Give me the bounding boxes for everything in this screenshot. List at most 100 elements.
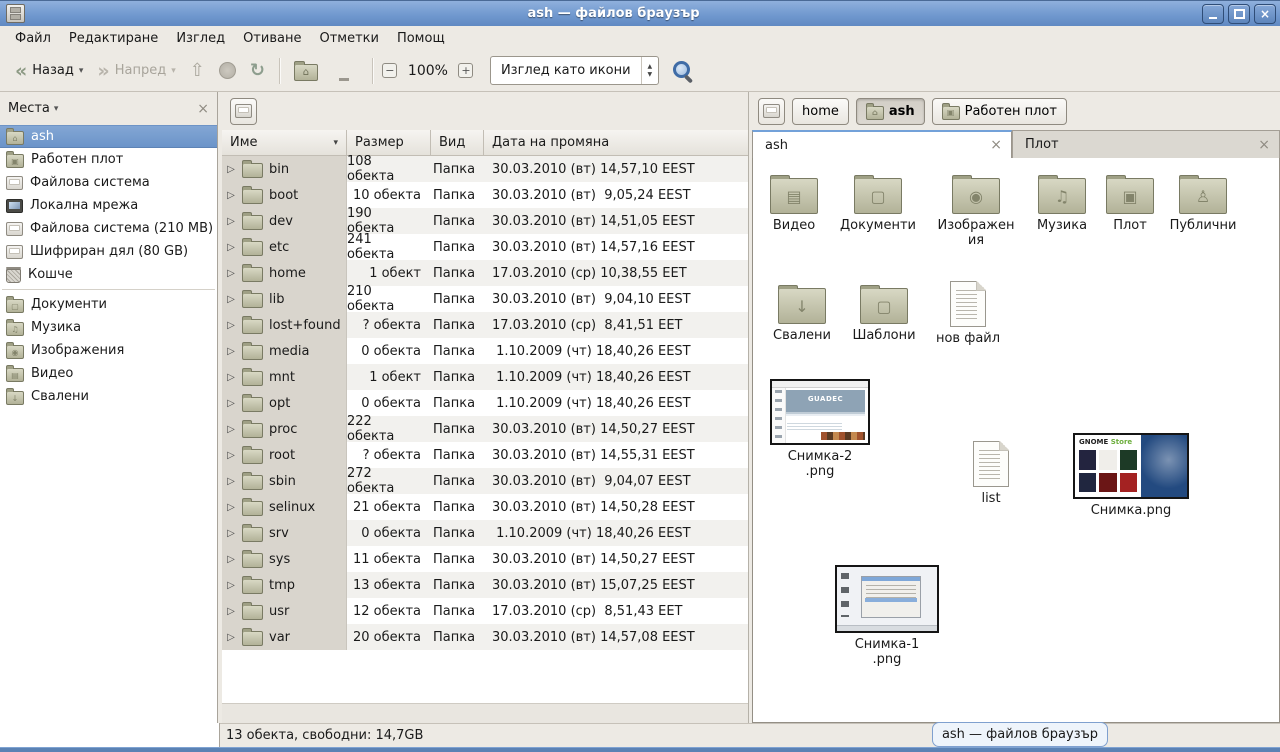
sidebar-item-documents[interactable]: ▢Документи [0,293,217,316]
close-button[interactable]: × [1254,4,1276,24]
sidebar-close-icon[interactable]: × [197,102,209,116]
path-button-ash[interactable]: ⌂ash [856,98,925,125]
icon-documents[interactable]: ▢Документи [836,171,920,233]
zoom-out-button[interactable]: − [380,61,400,81]
tree-row-lost+found[interactable]: ▷lost+found? обектаПапка17.03.2010 (ср) … [222,312,748,338]
menu-help[interactable]: Помощ [388,28,454,49]
icon-public[interactable]: ♙Публични [1161,171,1245,233]
tab-close-icon[interactable]: × [1258,138,1270,152]
home-button[interactable]: ⌂ [287,56,325,85]
up-button[interactable]: ⇧ [183,59,212,83]
tree-row-tmp[interactable]: ▷tmp13 обектаПапка30.03.2010 (вт) 15,07,… [222,572,748,598]
expander-icon[interactable]: ▷ [226,424,236,435]
root-drive-button[interactable] [230,98,257,125]
expander-icon[interactable]: ▷ [226,450,236,461]
reload-button[interactable]: ↻ [243,59,272,83]
select-spinner-icon[interactable]: ▲▼ [642,63,659,77]
icon-list[interactable]: list [949,441,1033,506]
sidebar-item-encrypted-80gb[interactable]: Шифриран дял (80 GB) [0,240,217,263]
column-header-type[interactable]: Вид [431,130,484,155]
expander-icon[interactable]: ▷ [226,398,236,409]
expander-icon[interactable]: ▷ [226,632,236,643]
sidebar-item-video[interactable]: ▤Видео [0,362,217,385]
icon-snimka[interactable]: GNOME StoreСнимка.png [1073,433,1189,518]
tab-close-icon[interactable]: × [990,138,1002,152]
expander-icon[interactable]: ▷ [226,268,236,279]
path-button-root[interactable] [758,98,785,125]
tree-row-opt[interactable]: ▷opt0 обектаПапка 1.10.2009 (чт) 18,40,2… [222,390,748,416]
sidebar-item-network[interactable]: Локална мрежа [0,194,217,217]
search-button[interactable] [671,59,695,83]
expander-icon[interactable]: ▷ [226,476,236,487]
icon-new-file[interactable]: нов файл [926,281,1010,346]
expander-icon[interactable]: ▷ [226,554,236,565]
menu-edit[interactable]: Редактиране [60,28,167,49]
sidebar-title[interactable]: Места [8,101,50,116]
column-header-date[interactable]: Дата на промяна [484,130,748,155]
menu-bookmarks[interactable]: Отметки [310,28,387,49]
expander-icon[interactable]: ▷ [226,606,236,617]
expander-icon[interactable]: ▷ [226,580,236,591]
view-mode-select[interactable]: Изглед като икони ▲▼ [490,56,659,85]
expander-icon[interactable]: ▷ [226,190,236,201]
path-button-home[interactable]: home [792,98,849,125]
expander-icon[interactable]: ▷ [226,216,236,227]
taskbar-button[interactable]: ash — файлов браузър [932,722,1108,747]
tree-row-home[interactable]: ▷home1 обектПапка17.03.2010 (ср) 10,38,5… [222,260,748,286]
sidebar-item-music[interactable]: ♫Музика [0,316,217,339]
icon-video[interactable]: ▤Видео [752,171,836,233]
expander-icon[interactable]: ▷ [226,502,236,513]
tree-row-usr[interactable]: ▷usr12 обектаПапка17.03.2010 (ср) 8,51,4… [222,598,748,624]
sidebar-item-images[interactable]: ◉Изображения [0,339,217,362]
horizontal-scrollbar[interactable] [222,703,748,723]
sidebar-dropdown-icon[interactable]: ▾ [54,104,59,114]
tree-row-lib[interactable]: ▷lib210 обектаПапка30.03.2010 (вт) 9,04,… [222,286,748,312]
tab-plot[interactable]: Плот× [1012,130,1280,158]
icon-templates[interactable]: ▢Шаблони [842,281,926,343]
icon-snimka1[interactable]: Снимка-1.png [833,565,941,668]
icon-images[interactable]: ◉Изображения [934,171,1018,249]
path-button-desktop[interactable]: ▣Работен плот [932,98,1067,125]
tree-row-root[interactable]: ▷root? обектаПапка30.03.2010 (вт) 14,55,… [222,442,748,468]
maximize-button[interactable] [1228,4,1250,24]
forward-button[interactable]: » Напред ▾ [90,59,182,82]
tab-ash[interactable]: ash× [752,130,1012,158]
back-dropdown-icon[interactable]: ▾ [79,66,84,76]
back-button[interactable]: « Назад ▾ [8,59,90,82]
icon-downloads[interactable]: ↓Свалени [760,281,844,343]
expander-icon[interactable]: ▷ [226,528,236,539]
tree-row-mnt[interactable]: ▷mnt1 обектПапка 1.10.2009 (чт) 18,40,26… [222,364,748,390]
expander-icon[interactable]: ▷ [226,320,236,331]
tree-row-dev[interactable]: ▷dev190 обектаПапка30.03.2010 (вт) 14,51… [222,208,748,234]
tree-row-sbin[interactable]: ▷sbin272 обектаПапка30.03.2010 (вт) 9,04… [222,468,748,494]
sidebar-item-downloads[interactable]: ↓Свалени [0,385,217,408]
stop-button[interactable] [212,58,243,83]
menu-file[interactable]: Файл [6,28,60,49]
minimize-button[interactable] [1202,4,1224,24]
computer-button[interactable] [325,57,365,85]
tree-row-srv[interactable]: ▷srv0 обектаПапка 1.10.2009 (чт) 18,40,2… [222,520,748,546]
tree-row-boot[interactable]: ▷boot10 обектаПапка30.03.2010 (вт) 9,05,… [222,182,748,208]
column-header-name[interactable]: Име ▾ [222,130,347,155]
tree-row-bin[interactable]: ▷bin108 обектаПапка30.03.2010 (вт) 14,57… [222,156,748,182]
tree-row-sys[interactable]: ▷sys11 обектаПапка30.03.2010 (вт) 14,50,… [222,546,748,572]
menu-view[interactable]: Изглед [167,28,234,49]
icon-desktop[interactable]: ▣Плот [1088,171,1172,233]
sidebar-item-ash[interactable]: ⌂ash [0,125,217,148]
sidebar-item-filesystem-210mb[interactable]: Файлова система (210 MB) [0,217,217,240]
icon-snimka2[interactable]: GUADECСнимка-2.png [768,379,872,480]
forward-dropdown-icon[interactable]: ▾ [171,66,176,76]
expander-icon[interactable]: ▷ [226,294,236,305]
expander-icon[interactable]: ▷ [226,164,236,175]
expander-icon[interactable]: ▷ [226,242,236,253]
tree-row-media[interactable]: ▷media0 обектаПапка 1.10.2009 (чт) 18,40… [222,338,748,364]
menu-go[interactable]: Отиване [234,28,310,49]
tree-row-var[interactable]: ▷var20 обектаПапка30.03.2010 (вт) 14,57,… [222,624,748,650]
tree-row-etc[interactable]: ▷etc241 обектаПапка30.03.2010 (вт) 14,57… [222,234,748,260]
expander-icon[interactable]: ▷ [226,346,236,357]
titlebar[interactable]: ash — файлов браузър × [0,0,1280,26]
tree-row-selinux[interactable]: ▷selinux21 обектаПапка30.03.2010 (вт) 14… [222,494,748,520]
icon-view[interactable]: ▤Видео▢Документи◉Изображения♫Музика▣Плот… [752,158,1280,723]
sidebar-item-desktop[interactable]: ▣Работен плот [0,148,217,171]
zoom-in-button[interactable]: + [456,61,476,81]
